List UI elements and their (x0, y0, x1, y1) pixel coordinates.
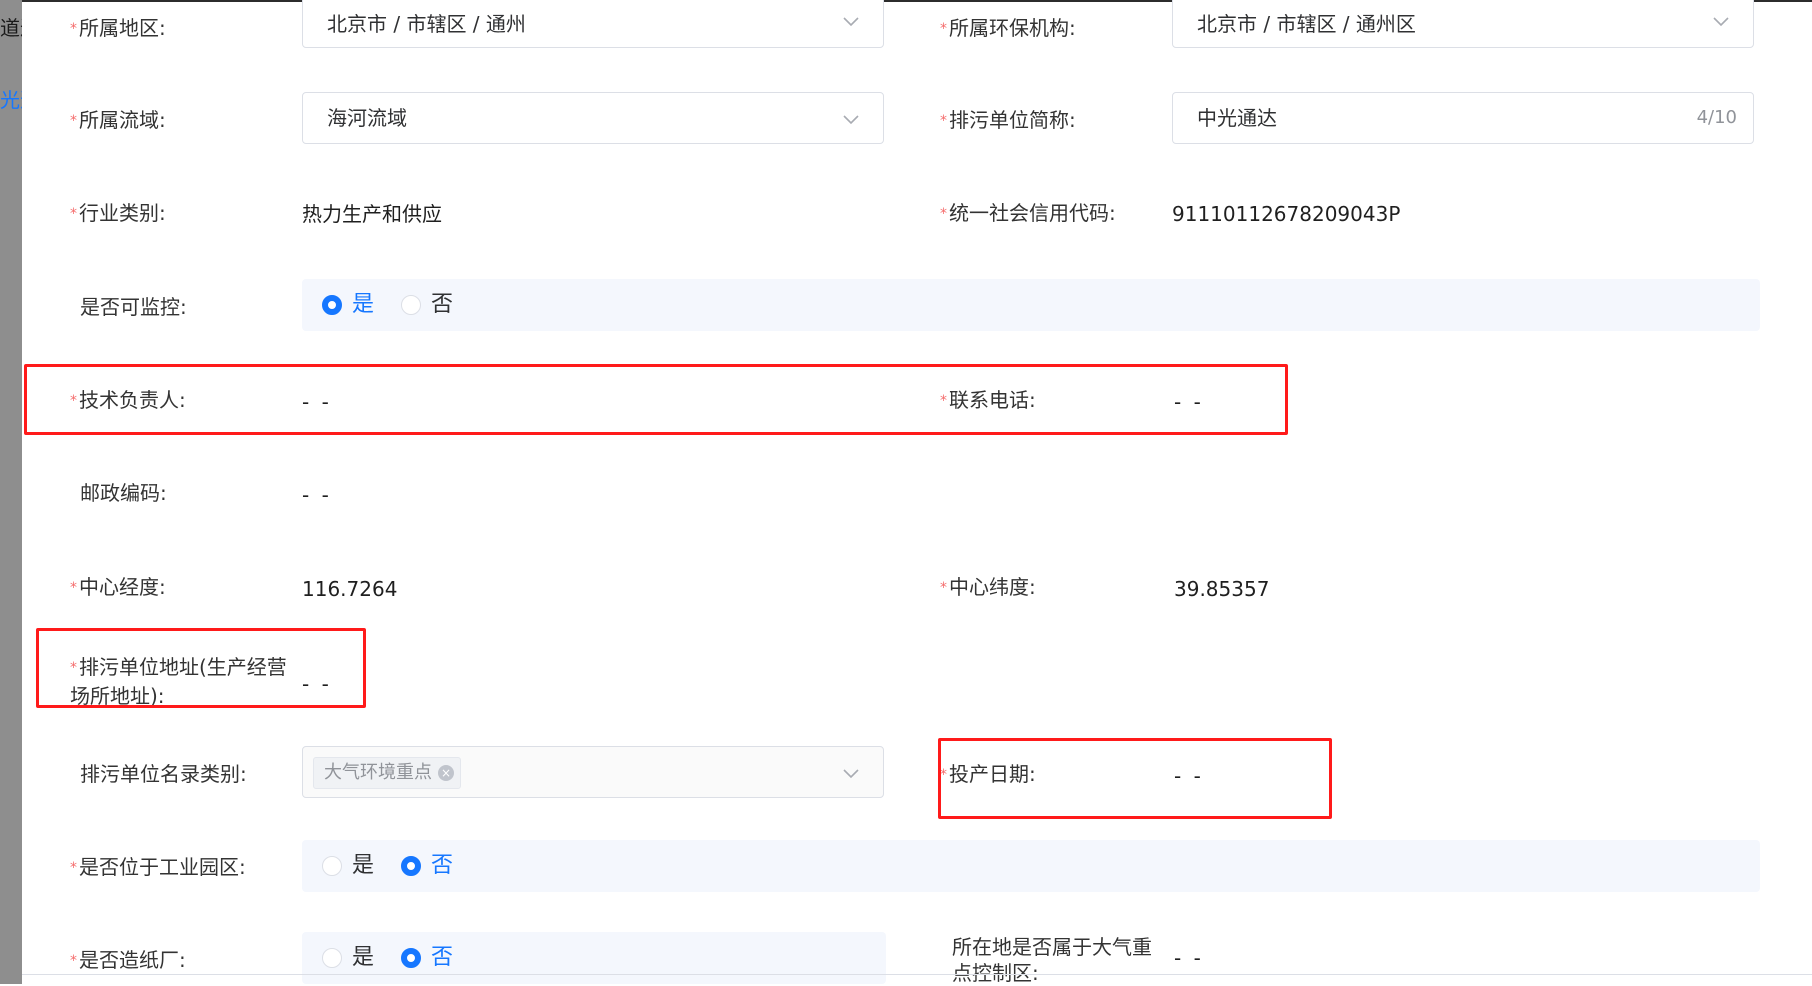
highlight-box-address (36, 628, 366, 708)
postcode-value: - - (302, 483, 332, 507)
region-select-value: 北京市 / 市辖区 / 通州 (327, 12, 526, 36)
required-mark: * (70, 860, 77, 876)
air-control-zone-value: - - (1174, 946, 1204, 970)
required-mark: * (70, 113, 77, 129)
monitorable-radio-no[interactable]: 否 (401, 293, 453, 317)
required-mark: * (70, 953, 77, 969)
required-mark: * (70, 580, 77, 596)
industrial-park-radio-no[interactable]: 否 (401, 854, 453, 878)
credit-code-label: * 统一社会信用代码: (940, 201, 1116, 225)
monitorable-radio-group (302, 279, 1760, 331)
paper-mill-label: * 是否造纸厂: (70, 948, 186, 972)
region-label: * 所属地区: (70, 16, 166, 40)
radio-unchecked-icon (401, 295, 421, 315)
required-mark: * (940, 113, 947, 129)
postcode-label: 邮政编码: (80, 481, 167, 505)
background-overlay (0, 0, 22, 984)
paper-mill-radio-yes[interactable]: 是 (322, 946, 374, 970)
paper-mill-radio-no[interactable]: 否 (401, 946, 453, 970)
air-control-zone-label: 所在地是否属于大气重点控制区: (952, 935, 1152, 985)
env-agency-label: * 所属环保机构: (940, 16, 1076, 40)
short-name-input[interactable]: 中光通达 4/10 (1172, 92, 1754, 144)
env-agency-select[interactable]: 北京市 / 市辖区 / 通州区 (1172, 0, 1754, 48)
short-name-input-value: 中光通达 (1197, 106, 1277, 130)
region-select[interactable]: 北京市 / 市辖区 / 通州 (302, 0, 884, 48)
industrial-park-radio-group (302, 840, 1760, 892)
env-agency-select-value: 北京市 / 市辖区 / 通州区 (1197, 12, 1416, 36)
form-panel (22, 2, 1812, 984)
radio-unchecked-icon (322, 948, 342, 968)
basin-label: * 所属流域: (70, 108, 166, 132)
basin-select[interactable]: 海河流域 (302, 92, 884, 144)
basin-select-value: 海河流域 (327, 106, 407, 130)
latitude-value: 39.85357 (1174, 577, 1270, 601)
monitorable-label: 是否可监控: (80, 295, 187, 319)
char-count: 4/10 (1696, 107, 1737, 128)
longitude-value: 116.7264 (302, 577, 398, 601)
background-text: 道达 (0, 16, 22, 40)
industry-label: * 行业类别: (70, 201, 166, 225)
directory-type-select[interactable]: 大气环境重点 × (302, 746, 884, 798)
directory-type-label: 排污单位名录类别: (80, 762, 247, 786)
short-name-label: * 排污单位简称: (940, 108, 1076, 132)
radio-unchecked-icon (322, 856, 342, 876)
industry-value: 热力生产和供应 (302, 202, 442, 226)
radio-checked-icon (401, 856, 421, 876)
longitude-label: * 中心经度: (70, 575, 166, 599)
paper-mill-radio-group (302, 932, 886, 984)
industrial-park-label: * 是否位于工业园区: (70, 855, 246, 879)
required-mark: * (70, 21, 77, 37)
highlight-box-contact (24, 364, 1288, 435)
directory-type-tag: 大气环境重点 × (313, 757, 461, 789)
tag-close-icon[interactable]: × (438, 765, 454, 781)
chevron-down-icon (1713, 17, 1729, 27)
chevron-down-icon (843, 17, 859, 27)
latitude-label: * 中心纬度: (940, 575, 1036, 599)
credit-code-value: 91110112678209043P (1172, 202, 1401, 226)
monitorable-radio-yes[interactable]: 是 (322, 293, 374, 317)
required-mark: * (940, 206, 947, 222)
required-mark: * (940, 580, 947, 596)
industrial-park-radio-yes[interactable]: 是 (322, 854, 374, 878)
chevron-down-icon (843, 115, 859, 125)
radio-checked-icon (322, 295, 342, 315)
highlight-box-production-date (938, 738, 1332, 819)
background-link: 光道 (0, 88, 22, 112)
radio-checked-icon (401, 948, 421, 968)
bottom-border (22, 974, 1812, 975)
chevron-down-icon (843, 769, 859, 779)
required-mark: * (940, 21, 947, 37)
required-mark: * (70, 206, 77, 222)
